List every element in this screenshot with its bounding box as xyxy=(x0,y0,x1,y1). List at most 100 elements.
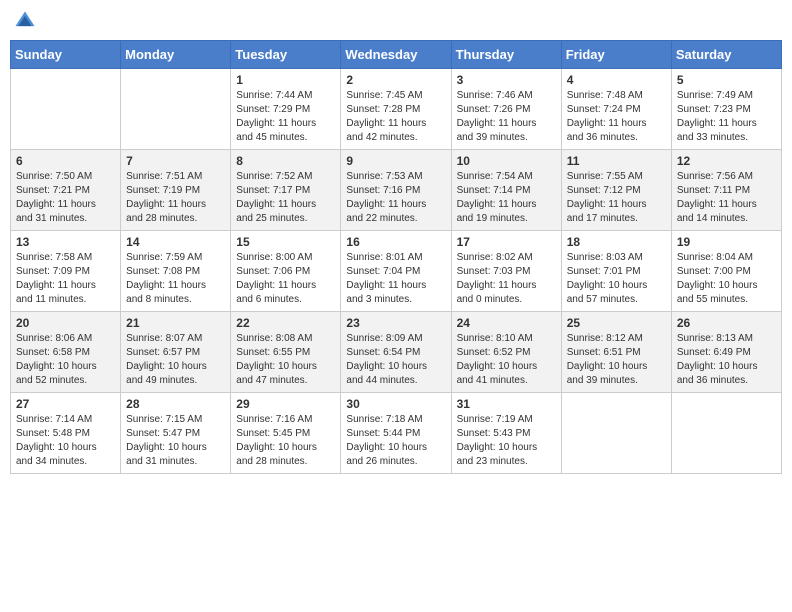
day-info: Sunrise: 7:18 AMSunset: 5:44 PMDaylight:… xyxy=(346,413,445,469)
calendar-cell: 3 Sunrise: 7:46 AMSunset: 7:26 PMDaylight… xyxy=(451,69,561,150)
calendar-cell: 16Sunrise: 8:01 AMSunset: 7:04 PMDayligh… xyxy=(341,231,451,312)
calendar-cell xyxy=(11,69,121,150)
calendar-cell: 21 Sunrise: 8:07 AMSunset: 6:57 PMDayligh… xyxy=(121,312,231,393)
calendar-cell: 31 Sunrise: 7:19 AMSunset: 5:43 PMDayligh… xyxy=(451,393,561,474)
day-number: 25 xyxy=(567,316,666,330)
day-number: 23 xyxy=(346,316,445,330)
day-info: Sunrise: 7:54 AMSunset: 7:14 PMDaylight:… xyxy=(457,170,556,226)
calendar-cell: 22 Sunrise: 8:08 AMSunset: 6:55 PMDayligh… xyxy=(231,312,341,393)
day-number: 3 xyxy=(457,73,556,87)
calendar-cell: 27 Sunrise: 7:14 AMSunset: 5:48 PMDayligh… xyxy=(11,393,121,474)
day-number: 22 xyxy=(236,316,335,330)
day-number: 31 xyxy=(457,397,556,411)
day-info: Sunrise: 7:58 AMSunset: 7:09 PMDaylight:… xyxy=(16,251,115,307)
calendar-cell: 26 Sunrise: 8:13 AMSunset: 6:49 PMDayligh… xyxy=(671,312,781,393)
day-number: 28 xyxy=(126,397,225,411)
day-info: Sunrise: 7:53 AMSunset: 7:16 PMDaylight:… xyxy=(346,170,445,226)
weekday-header: Saturday xyxy=(671,41,781,69)
day-number: 21 xyxy=(126,316,225,330)
day-info: Sunrise: 7:45 AMSunset: 7:28 PMDaylight:… xyxy=(346,89,445,145)
calendar-cell: 25 Sunrise: 8:12 AMSunset: 6:51 PMDayligh… xyxy=(561,312,671,393)
logo xyxy=(14,10,38,32)
calendar-cell: 19 Sunrise: 8:04 AMSunset: 7:00 PMDayligh… xyxy=(671,231,781,312)
day-info: Sunrise: 8:10 AMSunset: 6:52 PMDaylight:… xyxy=(457,332,556,388)
day-info: Sunrise: 8:04 AMSunset: 7:00 PMDaylight:… xyxy=(677,251,776,307)
calendar-cell: 9 Sunrise: 7:53 AMSunset: 7:16 PMDaylight… xyxy=(341,150,451,231)
calendar-cell: 12 Sunrise: 7:56 AMSunset: 7:11 PMDayligh… xyxy=(671,150,781,231)
day-number: 2 xyxy=(346,73,445,87)
calendar-cell: 17Sunrise: 8:02 AMSunset: 7:03 PMDayligh… xyxy=(451,231,561,312)
calendar-cell xyxy=(561,393,671,474)
day-info: Sunrise: 7:44 AMSunset: 7:29 PMDaylight:… xyxy=(236,89,335,145)
day-number: 4 xyxy=(567,73,666,87)
day-number: 1 xyxy=(236,73,335,87)
day-number: 19 xyxy=(677,235,776,249)
calendar-cell: 23 Sunrise: 8:09 AMSunset: 6:54 PMDayligh… xyxy=(341,312,451,393)
day-info: Sunrise: 8:13 AMSunset: 6:49 PMDaylight:… xyxy=(677,332,776,388)
day-number: 30 xyxy=(346,397,445,411)
day-info: Sunrise: 7:56 AMSunset: 7:11 PMDaylight:… xyxy=(677,170,776,226)
day-info: Sunrise: 7:19 AMSunset: 5:43 PMDaylight:… xyxy=(457,413,556,469)
calendar-week-row: 1 Sunrise: 7:44 AMSunset: 7:29 PMDaylight… xyxy=(11,69,782,150)
day-number: 20 xyxy=(16,316,115,330)
day-info: Sunrise: 8:06 AMSunset: 6:58 PMDaylight:… xyxy=(16,332,115,388)
logo-icon xyxy=(14,10,36,32)
day-info: Sunrise: 7:52 AMSunset: 7:17 PMDaylight:… xyxy=(236,170,335,226)
day-info: Sunrise: 8:09 AMSunset: 6:54 PMDaylight:… xyxy=(346,332,445,388)
weekday-header: Wednesday xyxy=(341,41,451,69)
day-info: Sunrise: 7:14 AMSunset: 5:48 PMDaylight:… xyxy=(16,413,115,469)
day-info: Sunrise: 7:55 AMSunset: 7:12 PMDaylight:… xyxy=(567,170,666,226)
calendar-cell: 15 Sunrise: 8:00 AMSunset: 7:06 PMDayligh… xyxy=(231,231,341,312)
page-header xyxy=(10,10,782,32)
day-number: 18 xyxy=(567,235,666,249)
day-info: Sunrise: 8:07 AMSunset: 6:57 PMDaylight:… xyxy=(126,332,225,388)
calendar-cell xyxy=(121,69,231,150)
day-info: Sunrise: 7:16 AMSunset: 5:45 PMDaylight:… xyxy=(236,413,335,469)
day-number: 11 xyxy=(567,154,666,168)
calendar-cell: 18 Sunrise: 8:03 AMSunset: 7:01 PMDayligh… xyxy=(561,231,671,312)
weekday-header: Monday xyxy=(121,41,231,69)
calendar-week-row: 6 Sunrise: 7:50 AMSunset: 7:21 PMDaylight… xyxy=(11,150,782,231)
calendar-cell xyxy=(671,393,781,474)
day-number: 8 xyxy=(236,154,335,168)
calendar-cell: 24Sunrise: 8:10 AMSunset: 6:52 PMDayligh… xyxy=(451,312,561,393)
calendar-week-row: 27 Sunrise: 7:14 AMSunset: 5:48 PMDayligh… xyxy=(11,393,782,474)
day-number: 17 xyxy=(457,235,556,249)
calendar-week-row: 13 Sunrise: 7:58 AMSunset: 7:09 PMDayligh… xyxy=(11,231,782,312)
weekday-header: Sunday xyxy=(11,41,121,69)
day-number: 9 xyxy=(346,154,445,168)
calendar-cell: 20 Sunrise: 8:06 AMSunset: 6:58 PMDayligh… xyxy=(11,312,121,393)
day-info: Sunrise: 7:46 AMSunset: 7:26 PMDaylight:… xyxy=(457,89,556,145)
day-info: Sunrise: 8:12 AMSunset: 6:51 PMDaylight:… xyxy=(567,332,666,388)
day-number: 14 xyxy=(126,235,225,249)
day-info: Sunrise: 7:48 AMSunset: 7:24 PMDaylight:… xyxy=(567,89,666,145)
calendar-cell: 11 Sunrise: 7:55 AMSunset: 7:12 PMDayligh… xyxy=(561,150,671,231)
day-number: 27 xyxy=(16,397,115,411)
day-info: Sunrise: 7:59 AMSunset: 7:08 PMDaylight:… xyxy=(126,251,225,307)
day-number: 7 xyxy=(126,154,225,168)
day-number: 6 xyxy=(16,154,115,168)
calendar-cell: 1 Sunrise: 7:44 AMSunset: 7:29 PMDaylight… xyxy=(231,69,341,150)
calendar-cell: 14 Sunrise: 7:59 AMSunset: 7:08 PMDayligh… xyxy=(121,231,231,312)
day-number: 13 xyxy=(16,235,115,249)
calendar-cell: 8 Sunrise: 7:52 AMSunset: 7:17 PMDaylight… xyxy=(231,150,341,231)
calendar-table: SundayMondayTuesdayWednesdayThursdayFrid… xyxy=(10,40,782,474)
day-info: Sunrise: 7:49 AMSunset: 7:23 PMDaylight:… xyxy=(677,89,776,145)
day-info: Sunrise: 8:03 AMSunset: 7:01 PMDaylight:… xyxy=(567,251,666,307)
calendar-week-row: 20 Sunrise: 8:06 AMSunset: 6:58 PMDayligh… xyxy=(11,312,782,393)
day-number: 10 xyxy=(457,154,556,168)
calendar-cell: 10 Sunrise: 7:54 AMSunset: 7:14 PMDayligh… xyxy=(451,150,561,231)
calendar-cell: 2 Sunrise: 7:45 AMSunset: 7:28 PMDaylight… xyxy=(341,69,451,150)
day-info: Sunrise: 7:50 AMSunset: 7:21 PMDaylight:… xyxy=(16,170,115,226)
day-number: 26 xyxy=(677,316,776,330)
calendar-cell: 13 Sunrise: 7:58 AMSunset: 7:09 PMDayligh… xyxy=(11,231,121,312)
weekday-header: Friday xyxy=(561,41,671,69)
day-info: Sunrise: 8:00 AMSunset: 7:06 PMDaylight:… xyxy=(236,251,335,307)
day-number: 12 xyxy=(677,154,776,168)
calendar-cell: 29Sunrise: 7:16 AMSunset: 5:45 PMDayligh… xyxy=(231,393,341,474)
calendar-cell: 28 Sunrise: 7:15 AMSunset: 5:47 PMDayligh… xyxy=(121,393,231,474)
day-info: Sunrise: 8:08 AMSunset: 6:55 PMDaylight:… xyxy=(236,332,335,388)
calendar-cell: 4 Sunrise: 7:48 AMSunset: 7:24 PMDaylight… xyxy=(561,69,671,150)
day-number: 15 xyxy=(236,235,335,249)
day-info: Sunrise: 7:15 AMSunset: 5:47 PMDaylight:… xyxy=(126,413,225,469)
